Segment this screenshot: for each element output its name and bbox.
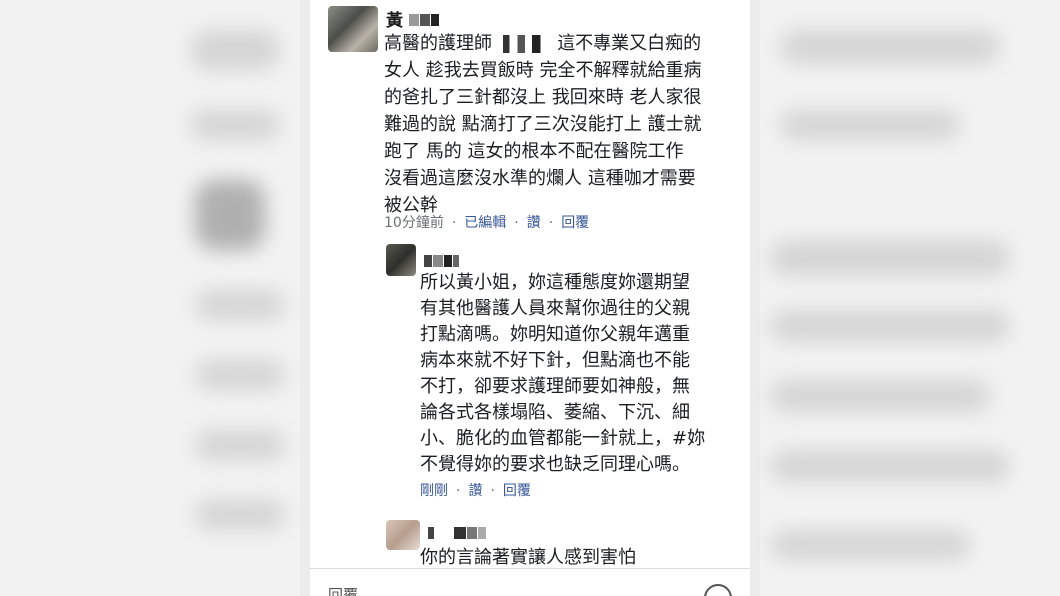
reply-input-label[interactable]: 回覆 bbox=[328, 584, 358, 596]
blurred-name bbox=[424, 252, 460, 272]
avatar[interactable] bbox=[328, 6, 378, 52]
comment-body: 所以黃小姐，妳這種態度妳還期望 有其他醫護人員來幫你過往的父親 打點滴嗎。妳明知… bbox=[420, 272, 706, 475]
reply-link[interactable]: 回覆 bbox=[561, 215, 589, 231]
comment-author-name[interactable]: 黃 bbox=[386, 6, 440, 31]
emoji-icon[interactable] bbox=[704, 584, 732, 596]
timestamp: 剛剛 bbox=[420, 483, 448, 499]
like-link[interactable]: 讚 bbox=[527, 215, 541, 231]
author-name-text: 黃 bbox=[386, 11, 403, 31]
comment-author-name[interactable] bbox=[424, 252, 460, 272]
timestamp: 10分鐘前 bbox=[384, 215, 444, 231]
avatar[interactable] bbox=[386, 520, 420, 550]
comment-body: 高醫的護理師 這不專業又白痴的 女人 趁我去買飯時 完全不解釋就給重病 的爸扎了… bbox=[384, 33, 702, 216]
comment-meta: 剛剛 · 讚 · 回覆 bbox=[420, 483, 531, 499]
blurred-name bbox=[503, 35, 552, 53]
blurred-background-right bbox=[760, 0, 1060, 596]
comment-body: 你的言論著實讓人感到害怕 bbox=[420, 547, 636, 568]
comment-author-name[interactable] bbox=[428, 524, 487, 544]
reply-link[interactable]: 回覆 bbox=[503, 483, 531, 499]
blurred-name bbox=[428, 524, 487, 544]
blurred-background-left bbox=[0, 0, 300, 596]
avatar[interactable] bbox=[386, 244, 416, 276]
comment-meta: 10分鐘前 · 已編輯 · 讚 · 回覆 bbox=[384, 215, 590, 231]
comment-thread: 黃 高醫的護理師 這不專業又白痴的 女人 趁我去買飯時 完全不解釋就給重病 的爸… bbox=[310, 0, 750, 596]
blurred-name bbox=[408, 11, 440, 31]
divider bbox=[310, 568, 750, 569]
edited-label[interactable]: 已編輯 bbox=[464, 215, 506, 231]
like-link[interactable]: 讚 bbox=[468, 483, 482, 499]
